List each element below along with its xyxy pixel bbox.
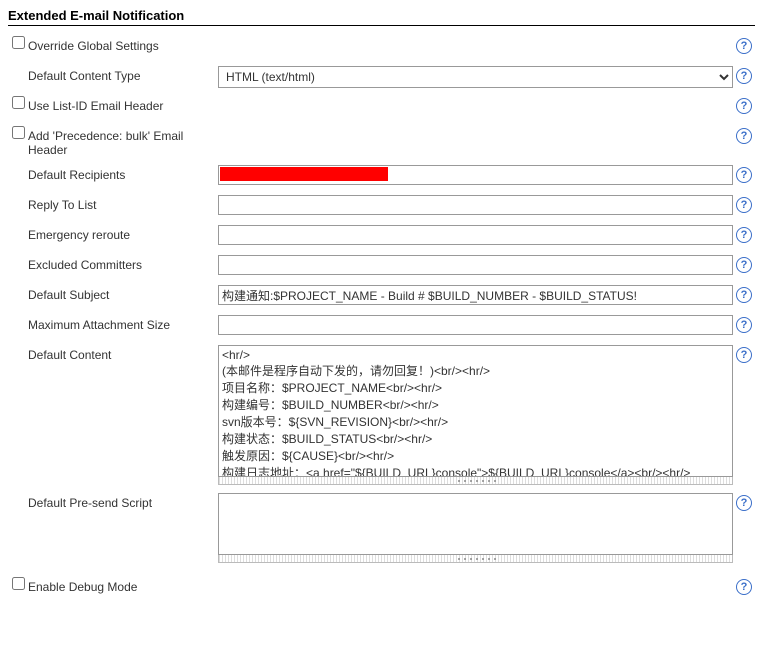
- help-icon[interactable]: ?: [736, 98, 752, 114]
- row-enable-debug: Enable Debug Mode ?: [8, 573, 755, 603]
- excluded-committers-label: Excluded Committers: [28, 255, 218, 272]
- presend-script-textarea[interactable]: [218, 493, 733, 555]
- presend-script-label: Default Pre-send Script: [28, 493, 218, 510]
- row-reply-to: Reply To List ?: [8, 191, 755, 221]
- row-precedence-bulk: Add 'Precedence: bulk' Email Header ?: [8, 122, 755, 161]
- row-default-subject: Default Subject ?: [8, 281, 755, 311]
- help-icon[interactable]: ?: [736, 317, 752, 333]
- row-excluded-committers: Excluded Committers ?: [8, 251, 755, 281]
- help-icon[interactable]: ?: [736, 347, 752, 363]
- enable-debug-checkbox[interactable]: [12, 577, 25, 590]
- use-list-id-checkbox[interactable]: [12, 96, 25, 109]
- row-override-global: Override Global Settings ?: [8, 32, 755, 62]
- help-icon[interactable]: ?: [736, 197, 752, 213]
- resize-grip[interactable]: [218, 477, 733, 485]
- reply-to-input[interactable]: [218, 195, 733, 215]
- help-icon[interactable]: ?: [736, 227, 752, 243]
- help-icon[interactable]: ?: [736, 579, 752, 595]
- section-title: Extended E-mail Notification: [8, 8, 755, 26]
- default-content-textarea[interactable]: <hr/> (本邮件是程序自动下发的，请勿回复！)<br/><hr/> 项目名称…: [218, 345, 733, 477]
- default-subject-input[interactable]: [218, 285, 733, 305]
- help-icon[interactable]: ?: [736, 257, 752, 273]
- default-recipients-input[interactable]: [218, 165, 733, 185]
- row-default-recipients: Default Recipients ?: [8, 161, 755, 191]
- resize-grip[interactable]: [218, 555, 733, 563]
- content-type-select[interactable]: HTML (text/html): [218, 66, 733, 88]
- row-content-type: Default Content Type HTML (text/html) ?: [8, 62, 755, 92]
- help-icon[interactable]: ?: [736, 495, 752, 511]
- override-global-checkbox[interactable]: [12, 36, 25, 49]
- precedence-bulk-checkbox[interactable]: [12, 126, 25, 139]
- default-content-label: Default Content: [28, 345, 218, 362]
- default-recipients-label: Default Recipients: [28, 165, 218, 182]
- excluded-committers-input[interactable]: [218, 255, 733, 275]
- row-use-list-id: Use List-ID Email Header ?: [8, 92, 755, 122]
- override-global-label: Override Global Settings: [28, 36, 218, 53]
- emergency-reroute-label: Emergency reroute: [28, 225, 218, 242]
- row-emergency-reroute: Emergency reroute ?: [8, 221, 755, 251]
- use-list-id-label: Use List-ID Email Header: [28, 96, 218, 113]
- max-attachment-label: Maximum Attachment Size: [28, 315, 218, 332]
- help-icon[interactable]: ?: [736, 68, 752, 84]
- row-presend-script: Default Pre-send Script ?: [8, 489, 755, 567]
- row-max-attachment: Maximum Attachment Size ?: [8, 311, 755, 341]
- default-subject-label: Default Subject: [28, 285, 218, 302]
- max-attachment-input[interactable]: [218, 315, 733, 335]
- help-icon[interactable]: ?: [736, 287, 752, 303]
- enable-debug-label: Enable Debug Mode: [28, 577, 218, 594]
- help-icon[interactable]: ?: [736, 38, 752, 54]
- help-icon[interactable]: ?: [736, 128, 752, 144]
- emergency-reroute-input[interactable]: [218, 225, 733, 245]
- content-type-label: Default Content Type: [28, 66, 218, 83]
- reply-to-label: Reply To List: [28, 195, 218, 212]
- row-default-content: Default Content <hr/> (本邮件是程序自动下发的，请勿回复！…: [8, 341, 755, 489]
- help-icon[interactable]: ?: [736, 167, 752, 183]
- precedence-bulk-label: Add 'Precedence: bulk' Email Header: [28, 126, 218, 157]
